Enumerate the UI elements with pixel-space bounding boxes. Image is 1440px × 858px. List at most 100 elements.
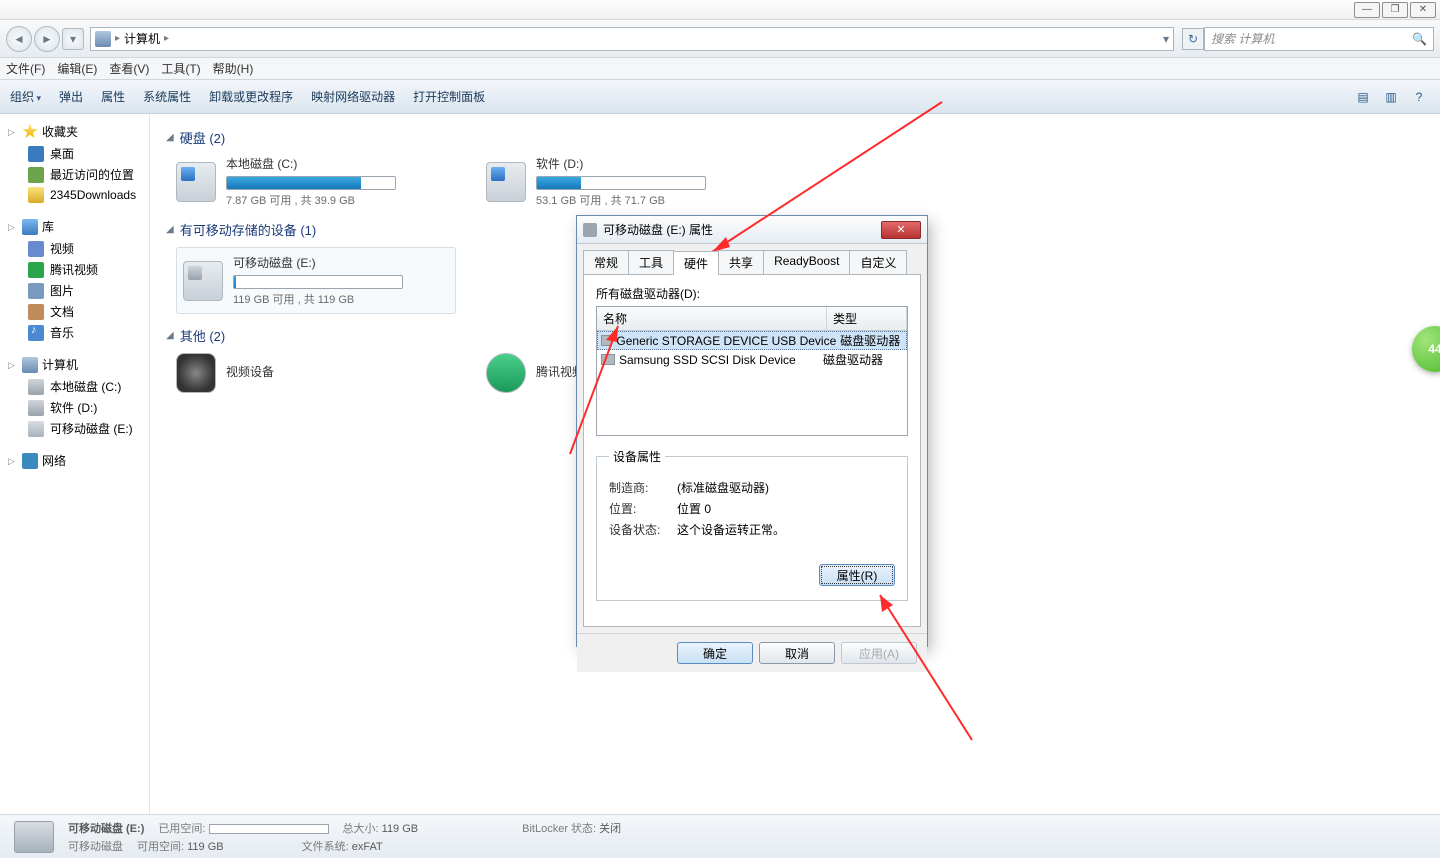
status-bar: 可移动磁盘 (E:) 已用空间: 总大小: 119 GB BitLocker 状… (0, 814, 1440, 858)
sidebar-txvideo[interactable]: 腾讯视频 (0, 259, 149, 280)
computer-icon (22, 357, 38, 373)
cancel-button[interactable]: 取消 (759, 642, 835, 664)
sidebar-computer[interactable]: ▷计算机 (0, 353, 149, 376)
dialog-title: 可移动磁盘 (E:) 属性 (603, 221, 713, 238)
ok-button[interactable]: 确定 (677, 642, 753, 664)
tab-share[interactable]: 共享 (718, 250, 764, 274)
sidebar-pictures[interactable]: 图片 (0, 280, 149, 301)
menu-edit[interactable]: 编辑(E) (57, 60, 97, 77)
tab-hardware[interactable]: 硬件 (673, 251, 719, 275)
hdd-icon (176, 162, 216, 202)
view-mode-icon[interactable]: ▤ (1352, 86, 1374, 108)
back-button[interactable]: ◄ (6, 26, 32, 52)
props-legend: 设备属性 (609, 448, 665, 465)
capacity-text: 7.87 GB 可用 , 共 39.9 GB (226, 192, 456, 208)
drive-name: 软件 (D:) (536, 155, 766, 172)
sidebar-libraries[interactable]: ▷库 (0, 215, 149, 238)
sidebar-drive-e[interactable]: 可移动磁盘 (E:) (0, 418, 149, 439)
dialog-title-bar[interactable]: 可移动磁盘 (E:) 属性 ✕ (577, 216, 927, 244)
sidebar-recent[interactable]: 最近访问的位置 (0, 164, 149, 185)
close-button[interactable]: ✕ (1410, 2, 1436, 18)
list-header[interactable]: 名称 类型 (597, 307, 907, 331)
pictures-icon (28, 283, 44, 299)
preview-pane-icon[interactable]: ▥ (1380, 86, 1402, 108)
device-row[interactable]: Generic STORAGE DEVICE USB Device 磁盘驱动器 (597, 331, 907, 350)
sidebar-favorites[interactable]: ▷收藏夹 (0, 120, 149, 143)
address-segment[interactable]: 计算机 (124, 30, 160, 47)
col-name[interactable]: 名称 (597, 307, 827, 330)
disk-icon (601, 354, 615, 365)
device-properties-button[interactable]: 属性(R) (819, 564, 895, 586)
device-name: Samsung SSD SCSI Disk Device (619, 353, 819, 367)
device-list[interactable]: 名称 类型 Generic STORAGE DEVICE USB Device … (596, 306, 908, 436)
usb-icon (28, 421, 44, 437)
cmd-sysprops[interactable]: 系统属性 (143, 88, 191, 105)
menu-view[interactable]: 查看(V) (109, 60, 149, 77)
search-icon[interactable]: 🔍 (1412, 32, 1427, 46)
device-row[interactable]: Samsung SSD SCSI Disk Device 磁盘驱动器 (597, 350, 907, 369)
folder-icon (28, 187, 44, 203)
tencent-icon (486, 353, 526, 393)
cmd-mapnet[interactable]: 映射网络驱动器 (311, 88, 395, 105)
menu-file[interactable]: 文件(F) (6, 60, 45, 77)
tab-general[interactable]: 常规 (583, 250, 629, 274)
capacity-bar (226, 176, 396, 190)
apply-button[interactable]: 应用(A) (841, 642, 917, 664)
menu-bar: 文件(F) 编辑(E) 查看(V) 工具(T) 帮助(H) (0, 58, 1440, 80)
status-subtitle: 可移动磁盘 (68, 838, 123, 854)
sidebar-drive-c[interactable]: 本地磁盘 (C:) (0, 376, 149, 397)
other-camera[interactable]: 视频设备 (176, 353, 456, 393)
sidebar-network[interactable]: ▷网络 (0, 449, 149, 472)
sidebar-drive-d[interactable]: 软件 (D:) (0, 397, 149, 418)
cmd-uninstall[interactable]: 卸载或更改程序 (209, 88, 293, 105)
dialog-close-button[interactable]: ✕ (881, 221, 921, 239)
device-type: 磁盘驱动器 (840, 332, 903, 349)
forward-button[interactable]: ► (34, 26, 60, 52)
menu-help[interactable]: 帮助(H) (213, 60, 254, 77)
sidebar-documents[interactable]: 文档 (0, 301, 149, 322)
maximize-button[interactable]: ❐ (1382, 2, 1408, 18)
capacity-text: 119 GB 可用 , 共 119 GB (233, 291, 449, 307)
tencent-icon (28, 262, 44, 278)
other-label: 视频设备 (226, 363, 456, 380)
col-type[interactable]: 类型 (827, 307, 907, 330)
drive-e[interactable]: 可移动磁盘 (E:) 119 GB 可用 , 共 119 GB (176, 247, 456, 314)
tab-panel-hardware: 所有磁盘驱动器(D): 名称 类型 Generic STORAGE DEVICE… (583, 275, 921, 627)
drive-d[interactable]: 软件 (D:) 53.1 GB 可用 , 共 71.7 GB (486, 155, 766, 208)
refresh-button[interactable]: ↻ (1182, 28, 1204, 50)
path-sep-icon: ▸ (164, 33, 169, 44)
minimize-button[interactable]: — (1354, 2, 1380, 18)
sidebar-video[interactable]: 视频 (0, 238, 149, 259)
history-dropdown[interactable]: ▾ (62, 28, 84, 50)
video-icon (28, 241, 44, 257)
desktop-icon (28, 146, 44, 162)
address-dropdown-icon[interactable]: ▾ (1163, 32, 1169, 46)
hdd-icon (28, 379, 44, 395)
device-type: 磁盘驱动器 (823, 351, 903, 368)
tab-custom[interactable]: 自定义 (849, 250, 907, 274)
drive-c[interactable]: 本地磁盘 (C:) 7.87 GB 可用 , 共 39.9 GB (176, 155, 456, 208)
device-list-label: 所有磁盘驱动器(D): (596, 285, 908, 302)
drive-icon (583, 223, 597, 237)
cmd-ctrlpanel[interactable]: 打开控制面板 (413, 88, 485, 105)
tab-readyboost[interactable]: ReadyBoost (763, 250, 850, 274)
device-properties-group: 设备属性 制造商:(标准磁盘驱动器) 位置:位置 0 设备状态:这个设备运转正常… (596, 448, 908, 601)
cmd-organize[interactable]: 组织 (10, 88, 41, 105)
cmd-properties[interactable]: 属性 (101, 88, 125, 105)
sidebar-music[interactable]: 音乐 (0, 322, 149, 343)
address-bar[interactable]: ▸ 计算机 ▸ ▾ (90, 27, 1174, 51)
computer-icon (95, 31, 111, 47)
search-placeholder: 搜索 计算机 (1211, 30, 1274, 47)
sidebar-downloads[interactable]: 2345Downloads (0, 185, 149, 205)
group-hdd[interactable]: ◢硬盘 (2) (166, 128, 1424, 147)
removable-icon (14, 821, 54, 853)
drive-name: 本地磁盘 (C:) (226, 155, 456, 172)
search-input[interactable]: 搜索 计算机 🔍 (1204, 27, 1434, 51)
menu-tools[interactable]: 工具(T) (161, 60, 200, 77)
nav-bar: ◄ ► ▾ ▸ 计算机 ▸ ▾ ↻ 搜索 计算机 🔍 (0, 20, 1440, 58)
library-icon (22, 219, 38, 235)
tab-tools[interactable]: 工具 (628, 250, 674, 274)
help-icon[interactable]: ? (1408, 86, 1430, 108)
sidebar-desktop[interactable]: 桌面 (0, 143, 149, 164)
cmd-eject[interactable]: 弹出 (59, 88, 83, 105)
